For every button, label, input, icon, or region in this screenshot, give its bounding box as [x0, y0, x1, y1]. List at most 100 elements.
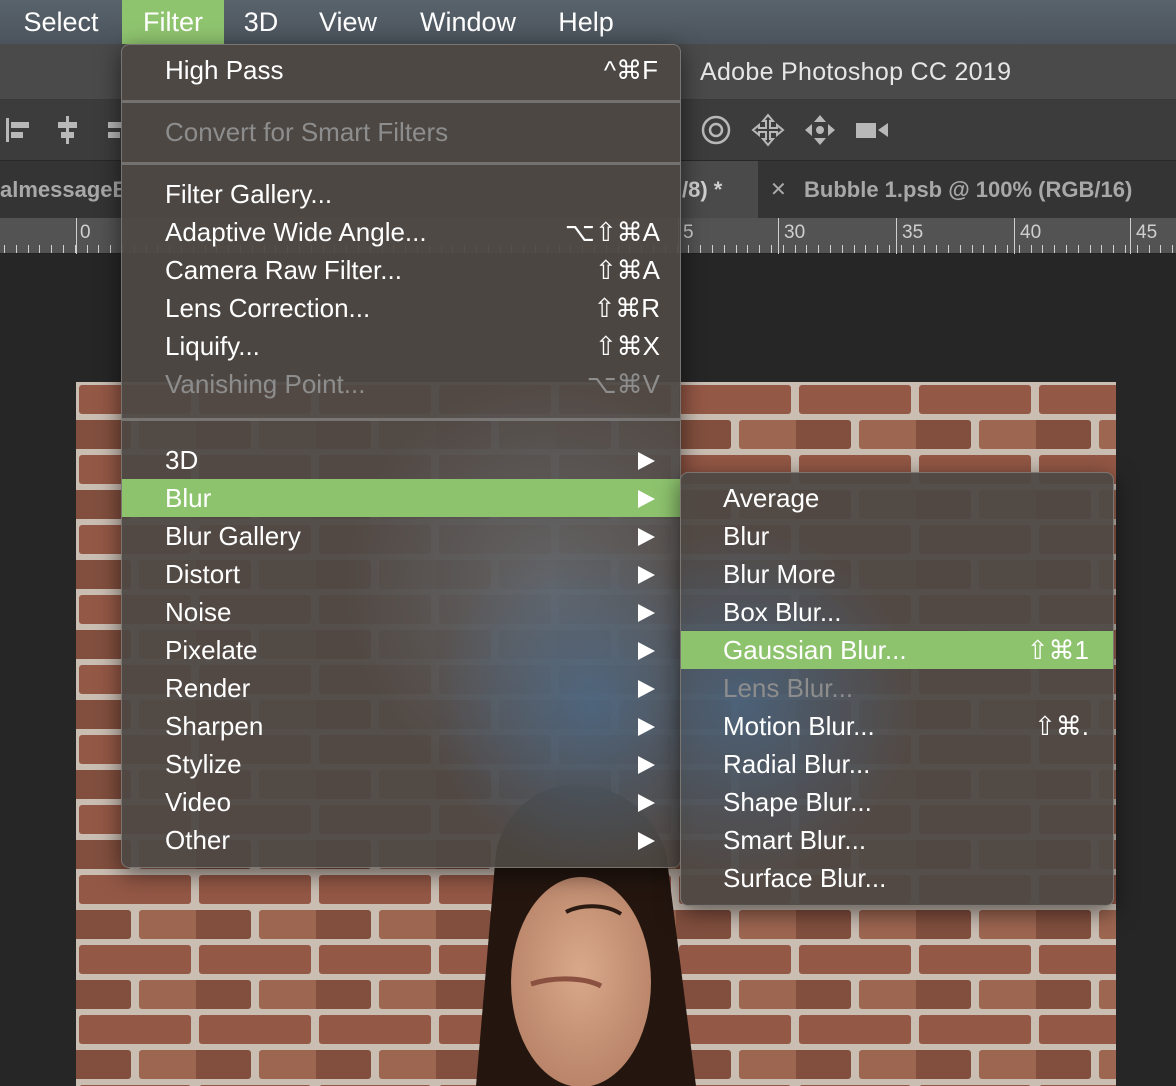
menu-separator [122, 162, 680, 165]
ruler-tick [806, 245, 807, 253]
menu-item-blur-gallery[interactable]: Blur Gallery [122, 517, 680, 555]
ruler-tick [1007, 245, 1008, 253]
menu-item-pixelate[interactable]: Pixelate [122, 631, 680, 669]
menu-item-distort[interactable]: Distort [122, 555, 680, 593]
ruler-major-tick [76, 218, 77, 254]
ruler-tick [1031, 245, 1032, 253]
ruler-tick [700, 245, 701, 253]
align-right-icon[interactable] [104, 112, 122, 148]
blur-item-blur[interactable]: Blur [681, 517, 1113, 555]
menu-3d[interactable]: 3D [224, 0, 298, 44]
ruler-tick [1019, 245, 1020, 253]
blur-item-box-blur[interactable]: Box Blur... [681, 593, 1113, 631]
ruler-tick [4, 245, 5, 253]
blur-submenu: Average Blur Blur More Box Blur... Gaussian … [680, 472, 1114, 906]
ruler-tick [924, 245, 925, 253]
ruler-major-tick [778, 218, 779, 254]
ruler-label: 30 [784, 222, 806, 243]
menu-item-other[interactable]: Other [122, 821, 680, 859]
ruler-label: 0 [80, 222, 91, 243]
ruler-tick [724, 245, 725, 253]
submenu-arrow-icon [638, 604, 655, 622]
ruler-tick [759, 245, 760, 253]
menu-item-stylize[interactable]: Stylize [122, 745, 680, 783]
submenu-arrow-icon [638, 452, 655, 470]
ruler-label: 5 [683, 222, 694, 243]
ruler-tick [736, 245, 737, 253]
menu-help[interactable]: Help [538, 0, 634, 44]
pan-3d-icon[interactable] [750, 112, 786, 148]
menu-item-convert-smart-filters: Convert for Smart Filters [165, 117, 449, 147]
ruler-tick [854, 245, 855, 253]
video-camera-icon[interactable] [854, 112, 890, 148]
submenu-arrow-icon [638, 528, 655, 546]
slide-3d-icon[interactable] [802, 112, 838, 148]
menu-item-lens-correction[interactable]: Lens Correction... ⇧⌘R [122, 289, 680, 327]
ruler-tick [1090, 245, 1091, 253]
blur-item-gaussian-blur[interactable]: Gaussian Blur... ⇧⌘1 [681, 631, 1113, 669]
ruler-major-tick [1130, 218, 1131, 254]
ruler-tick [1125, 245, 1126, 253]
tab-document-2[interactable]: /8) * [680, 161, 758, 219]
blur-item-radial-blur[interactable]: Radial Blur... [681, 745, 1113, 783]
submenu-arrow-icon [638, 794, 655, 812]
menu-item-high-pass[interactable]: High Pass ^⌘F [122, 51, 680, 89]
menu-item-liquify[interactable]: Liquify... ⇧⌘X [122, 327, 680, 365]
menu-item-blur[interactable]: Blur [122, 479, 680, 517]
submenu-arrow-icon [638, 490, 655, 508]
ruler-tick [818, 245, 819, 253]
align-left-icon[interactable] [2, 112, 38, 148]
ruler-tick [983, 245, 984, 253]
submenu-arrow-icon [638, 680, 655, 698]
menu-item-video[interactable]: Video [122, 783, 680, 821]
menu-item-render[interactable]: Render [122, 669, 680, 707]
ruler-tick [1113, 245, 1114, 253]
ruler-tick [865, 245, 866, 253]
ruler-tick [783, 245, 784, 253]
ruler-tick [972, 245, 973, 253]
app-title: Adobe Photoshop CC 2019 [700, 58, 1012, 86]
ruler-tick [110, 245, 111, 253]
ruler-major-tick [1014, 218, 1015, 254]
blur-item-motion-blur[interactable]: Motion Blur... ⇧⌘. [681, 707, 1113, 745]
menu-item-camera-raw-filter[interactable]: Camera Raw Filter... ⇧⌘A [122, 251, 680, 289]
menu-filter[interactable]: Filter [122, 0, 224, 44]
ruler-tick [960, 245, 961, 253]
blur-item-smart-blur[interactable]: Smart Blur... [681, 821, 1113, 859]
submenu-arrow-icon [638, 832, 655, 850]
tab-document-1[interactable]: almessageB [0, 161, 122, 219]
ruler-tick [889, 245, 890, 253]
ruler-tick [1066, 245, 1067, 253]
menu-item-adaptive-wide-angle[interactable]: Adaptive Wide Angle... ⌥⇧⌘A [122, 213, 680, 251]
submenu-arrow-icon [638, 642, 655, 660]
menu-item-noise[interactable]: Noise [122, 593, 680, 631]
menu-window[interactable]: Window [398, 0, 538, 44]
orbit-3d-icon[interactable] [698, 112, 734, 148]
blur-item-surface-blur[interactable]: Surface Blur... [681, 859, 1113, 897]
ruler-tick [842, 245, 843, 253]
ruler-tick [936, 245, 937, 253]
blur-item-shape-blur[interactable]: Shape Blur... [681, 783, 1113, 821]
ruler-tick [1078, 245, 1079, 253]
menu-item-filter-gallery[interactable]: Filter Gallery... [122, 175, 680, 213]
menu-item-sharpen[interactable]: Sharpen [122, 707, 680, 745]
ruler-tick [712, 245, 713, 253]
ruler-tick [771, 245, 772, 253]
ruler-tick [98, 245, 99, 253]
menu-select[interactable]: Select [0, 0, 122, 44]
ruler-label: 45 [1136, 222, 1158, 243]
ruler-tick [63, 245, 64, 253]
close-tab-icon[interactable]: ✕ [770, 161, 787, 219]
menu-view[interactable]: View [298, 0, 398, 44]
ruler-tick [877, 245, 878, 253]
ruler-tick [1054, 245, 1055, 253]
ruler-tick [1137, 245, 1138, 253]
ruler-tick [830, 245, 831, 253]
menu-item-3d[interactable]: 3D [122, 441, 680, 479]
blur-item-average[interactable]: Average [681, 479, 1113, 517]
tab-bubble-psb[interactable]: Bubble 1.psb @ 100% (RGB/16) [804, 161, 1176, 219]
blur-item-blur-more[interactable]: Blur More [681, 555, 1113, 593]
menu-separator [122, 100, 680, 103]
align-center-icon[interactable] [50, 112, 86, 148]
menu-item-vanishing-point: Vanishing Point... ⌥⌘V [165, 369, 660, 399]
